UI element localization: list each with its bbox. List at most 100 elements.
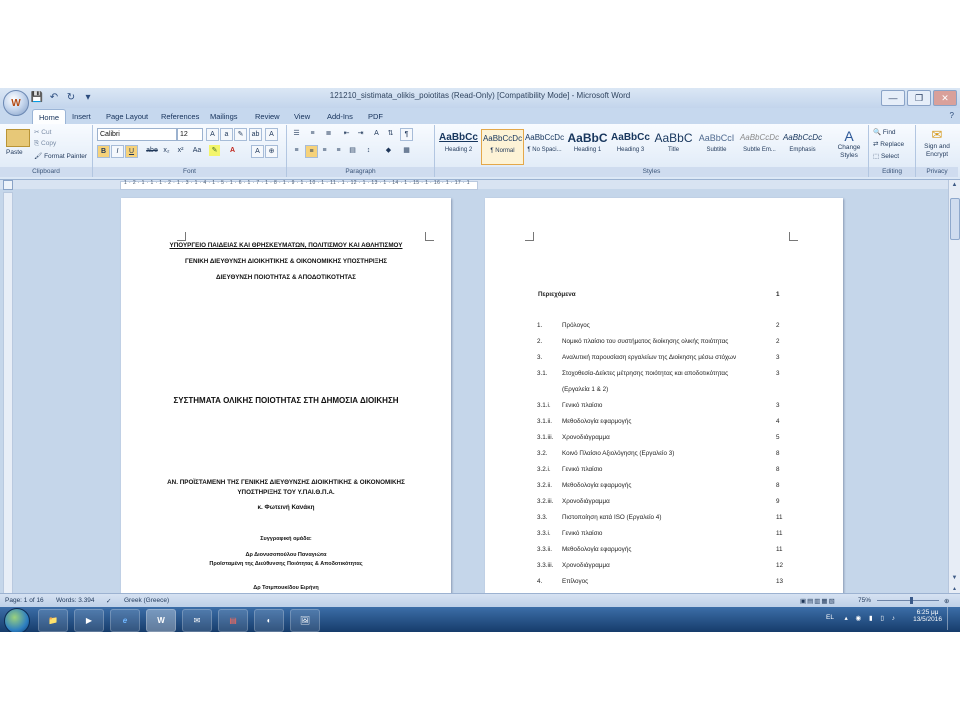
customize-qat-icon[interactable]: ▾ (81, 91, 95, 104)
tab-page-layout[interactable]: Page Layout (100, 109, 154, 124)
paste-icon[interactable] (6, 129, 30, 147)
tab-view[interactable]: View (288, 109, 316, 124)
increase-indent-icon[interactable]: ⇥ (355, 128, 366, 139)
vertical-scrollbar[interactable]: ▲ ▼ ▴ ▾ (948, 180, 960, 605)
toc-entry[interactable]: 3.1.ii. Μεθοδολογία εφαρμογής 4 (485, 418, 843, 432)
toc-entry[interactable]: 3.3.iii. Χρονοδιάγραμμα 12 (485, 562, 843, 576)
tab-selector[interactable] (3, 180, 13, 190)
find-button[interactable]: 🔍 Find (873, 128, 896, 136)
language-indicator[interactable]: Greek (Greece) (124, 597, 169, 604)
replace-button[interactable]: ⇄ Replace (873, 140, 904, 148)
toc-entry[interactable]: 1. Πρόλογος 2 (485, 322, 843, 336)
bold-button[interactable]: B (97, 145, 110, 158)
page-count[interactable]: Page: 1 of 16 (5, 597, 44, 604)
align-center-icon[interactable]: ≡ (305, 145, 318, 158)
cut-button[interactable]: ✂ Cut (34, 128, 51, 136)
justify-icon[interactable]: ≡ (333, 145, 344, 156)
char-shading-icon[interactable]: A (251, 145, 264, 158)
toc-entry[interactable]: 3.1.iii. Χρονοδιάγραμμα 5 (485, 434, 843, 448)
outlook-icon[interactable]: ✉ (182, 609, 212, 632)
multilevel-list-icon[interactable]: ≣ (323, 128, 334, 139)
toc-entry[interactable]: 2. Νομικό πλαίσιο του συστήματος διοίκηση… (485, 338, 843, 352)
toc-entry[interactable]: 3.2. Κοινό Πλαίσιο Αξιολόγησης (Εργαλείο … (485, 450, 843, 464)
font-name-select[interactable]: Calibri (97, 128, 177, 141)
view-buttons[interactable]: ▣▤▥▦▧ (800, 597, 836, 605)
subscript-button[interactable]: x₂ (161, 145, 172, 156)
change-styles-button[interactable]: A Change Styles (832, 128, 866, 160)
style-subtitle[interactable]: AaBbCcI Subtitle (696, 129, 737, 163)
office-button[interactable]: W (3, 90, 29, 116)
toc-entry[interactable]: 3.1.i. Γενικό πλαίσιο 3 (485, 402, 843, 416)
change-case-button[interactable]: Aa (190, 145, 204, 156)
redo-icon[interactable]: ↻ (64, 91, 78, 104)
style-subtle-emphasis[interactable]: AaBbCcDc Subtle Em... (739, 129, 780, 163)
scroll-thumb[interactable] (950, 198, 960, 240)
phonetic-guide-icon[interactable]: ab (249, 128, 262, 141)
clock[interactable]: 6:25 μμ 13/5/2016 (913, 609, 942, 623)
input-language[interactable]: EL (826, 614, 834, 621)
align-left-icon[interactable]: ≡ (291, 145, 302, 156)
underline-button[interactable]: U (125, 145, 138, 158)
chrome-icon[interactable]: ◐ (254, 609, 284, 632)
text-direction-icon[interactable]: A (371, 128, 382, 139)
style-heading-1[interactable]: AaBbC Heading 1 (567, 129, 608, 163)
undo-icon[interactable]: ↶ (47, 91, 61, 104)
paste-button[interactable]: Paste (6, 149, 23, 156)
explorer-icon[interactable]: 📁 (38, 609, 68, 632)
zoom-in-icon[interactable]: ⊕ (944, 597, 949, 605)
tab-references[interactable]: References (155, 109, 205, 124)
superscript-button[interactable]: x² (175, 145, 186, 156)
grow-font-icon[interactable]: A (206, 128, 219, 141)
zoom-slider[interactable] (877, 600, 939, 601)
toc-entry[interactable]: 4. Επίλογος 13 (485, 578, 843, 592)
format-painter-button[interactable]: 🖌 Format Painter (34, 152, 87, 160)
shrink-font-icon[interactable]: a (220, 128, 233, 141)
style-heading-2[interactable]: AaBbCc Heading 2 (438, 129, 479, 163)
clear-format-icon[interactable]: ✎ (234, 128, 247, 141)
distributed-icon[interactable]: ▤ (347, 145, 358, 156)
tab-pdf[interactable]: PDF (362, 109, 389, 124)
char-border-icon[interactable]: A (265, 128, 278, 141)
enclose-char-icon[interactable]: ⊕ (265, 145, 278, 158)
scroll-down-icon[interactable]: ▼ (949, 573, 960, 583)
show-desktop-button[interactable] (947, 607, 956, 630)
font-color-button[interactable]: A (227, 145, 238, 156)
italic-button[interactable]: I (111, 145, 124, 158)
acrobat-icon[interactable]: ▤ (218, 609, 248, 632)
style-normal[interactable]: AaBbCcDc ¶ Normal (481, 129, 524, 165)
borders-icon[interactable]: ▦ (401, 145, 412, 156)
decrease-indent-icon[interactable]: ⇤ (341, 128, 352, 139)
maximize-button[interactable]: ❐ (907, 90, 931, 106)
style-title[interactable]: AaBbC Title (653, 129, 694, 163)
sign-encrypt-button[interactable]: ✉ Sign and Encrypt (918, 127, 956, 159)
style-no-spacing[interactable]: AaBbCcDc ¶ No Spaci... (524, 129, 565, 163)
toc-entry[interactable]: 3.2.iii. Χρονοδιάγραμμα 9 (485, 498, 843, 512)
spelling-icon[interactable]: ✓ (106, 597, 111, 605)
toc-entry[interactable]: 3.2.i. Γενικό πλαίσιο 8 (485, 466, 843, 480)
toc-entry[interactable]: 3.3.ii. Μεθοδολογία εφαρμογής 11 (485, 546, 843, 560)
close-button[interactable]: ✕ (933, 90, 957, 106)
internet-explorer-icon[interactable]: e (110, 609, 140, 632)
tab-home[interactable]: Home (32, 109, 67, 125)
tray-icons[interactable]: ▴ ◉ ▮ ▯ ♪ (844, 614, 898, 622)
zoom-thumb[interactable] (910, 597, 913, 604)
tab-mailings[interactable]: Mailings (204, 109, 244, 124)
style-heading-3[interactable]: AaBbCc Heading 3 (610, 129, 651, 163)
select-button[interactable]: ⬚ Select (873, 152, 899, 160)
bullets-icon[interactable]: ☰ (291, 128, 302, 139)
tab-insert[interactable]: Insert (66, 109, 97, 124)
font-size-select[interactable]: 12 (177, 128, 203, 141)
shading-icon[interactable]: ◆ (383, 145, 394, 156)
highlight-icon[interactable]: ✎ (209, 145, 220, 156)
copy-button[interactable]: ⎘ Copy (34, 140, 56, 148)
page-1[interactable]: ΥΠΟΥΡΓΕΙΟ ΠΑΙΔΕΙΑΣ ΚΑΙ ΘΡΗΣΚΕΥΜΑΤΩΝ, ΠΟΛ… (121, 198, 451, 632)
tab-add-ins[interactable]: Add-Ins (321, 109, 359, 124)
zoom-level[interactable]: 75% (858, 597, 871, 604)
scroll-up-icon[interactable]: ▲ (949, 180, 960, 190)
toc-entry[interactable]: 3.1. Στοχοθεσία-Δείκτες μέτρησης ποιότητα… (485, 370, 843, 384)
word-icon[interactable]: W (146, 609, 176, 632)
help-icon[interactable]: ? (950, 111, 954, 120)
start-button[interactable] (4, 608, 30, 632)
toc-entry[interactable]: (Εργαλεία 1 & 2) (485, 386, 843, 400)
toc-entry[interactable]: 3. Αναλυτική παρουσίαση εργαλείων της Διο… (485, 354, 843, 368)
